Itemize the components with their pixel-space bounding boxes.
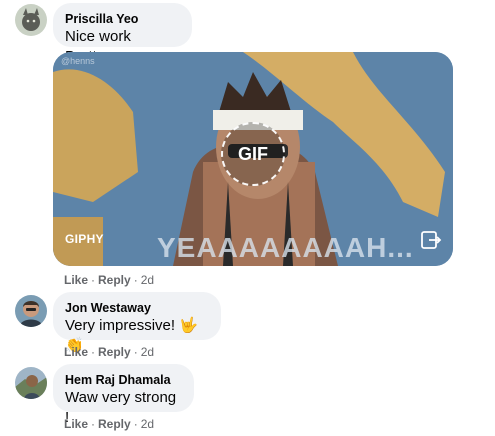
gif-credit: @henns	[61, 56, 95, 66]
reply-button[interactable]: Reply	[98, 345, 131, 359]
gif-play-badge[interactable]: GIF	[221, 122, 285, 186]
comment-time[interactable]: 2d	[141, 273, 154, 287]
comment-time[interactable]: 2d	[141, 345, 154, 359]
reply-button[interactable]: Reply	[98, 273, 131, 287]
comment-actions: Like · Reply · 2d	[64, 273, 155, 287]
share-icon[interactable]	[419, 228, 443, 252]
comment-bubble: Jon Westaway Very impressive! 🤟👏	[53, 292, 221, 354]
like-button[interactable]: Like	[64, 345, 88, 359]
giphy-logo: GIPHY	[65, 232, 104, 246]
avatar[interactable]	[15, 295, 47, 327]
like-button[interactable]: Like	[64, 273, 88, 287]
gif-caption: YEAAAAAAAAH...	[157, 232, 414, 263]
comment-bubble: Priscilla Yeo Nice work Brettus	[53, 3, 192, 65]
reply-button[interactable]: Reply	[98, 417, 131, 431]
avatar-cat-icon	[15, 4, 47, 36]
comment-author[interactable]: Hem Raj Dhamala	[65, 372, 182, 388]
avatar-outdoor-icon	[15, 367, 47, 399]
avatar[interactable]	[15, 4, 47, 36]
comment-author[interactable]: Priscilla Yeo	[65, 11, 180, 27]
comment-author[interactable]: Jon Westaway	[65, 300, 209, 316]
gif-attachment[interactable]: @henns YEAAAAAAAAH... GIF GIPHY	[53, 52, 453, 266]
comment-time[interactable]: 2d	[141, 417, 154, 431]
avatar-man-icon	[15, 295, 47, 327]
comment-actions: Like · Reply · 2d	[64, 417, 155, 431]
like-button[interactable]: Like	[64, 417, 88, 431]
comment-actions: Like · Reply · 2d	[64, 345, 155, 359]
gif-badge-label: GIF	[238, 143, 268, 164]
avatar[interactable]	[15, 367, 47, 399]
comment-bubble: Hem Raj Dhamala Waw very strong !	[53, 364, 194, 426]
